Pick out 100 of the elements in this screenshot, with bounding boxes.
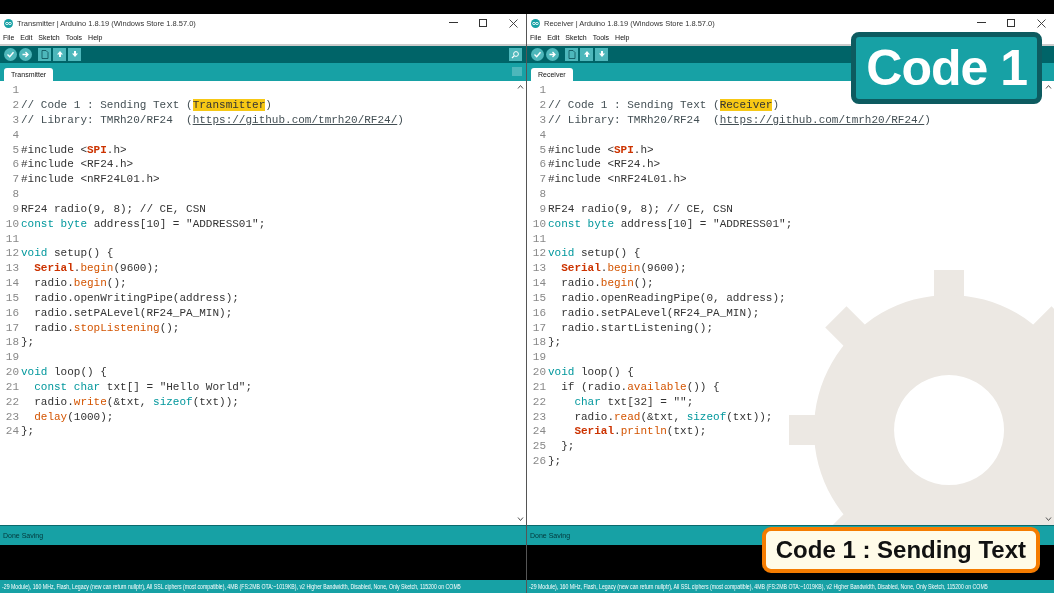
scroll-up-icon[interactable] — [517, 83, 524, 90]
save-button[interactable] — [595, 47, 608, 61]
arrow-down-icon — [597, 50, 606, 59]
document-icon — [567, 49, 576, 59]
line-number: 21 — [4, 380, 20, 393]
code-line: radio.startListening(); — [560, 321, 714, 334]
arrow-up-icon — [55, 50, 64, 59]
code-line: radio.openReadingPipe(0, address); — [560, 291, 786, 304]
code-line: RF24 radio(9, 8); // CE, CSN — [548, 202, 733, 215]
line-number: 23 — [4, 410, 20, 423]
code-line: }; — [548, 455, 562, 468]
line-number: 11 — [531, 232, 547, 245]
line-number: 23 — [531, 410, 547, 423]
scroll-down-icon[interactable] — [517, 516, 524, 523]
check-icon — [6, 49, 15, 59]
code-line: const char txt[] = "Hello World"; — [33, 380, 253, 393]
line-number: 3 — [11, 114, 20, 126]
maximize-icon[interactable] — [479, 19, 487, 27]
line-number: 1 — [538, 84, 547, 97]
code-line: delay(1000); — [33, 410, 114, 423]
line-number: 7 — [11, 173, 20, 186]
code-line: const byte address[10] = "ADDRESS01"; — [548, 217, 793, 230]
code-line: radio.stopListening(); — [33, 321, 180, 334]
line-number: 1 — [11, 84, 20, 97]
open-button[interactable] — [580, 47, 593, 61]
line-number: 7 — [538, 173, 547, 186]
line-number: 2 — [11, 99, 20, 112]
arrow-right-icon — [548, 49, 557, 59]
line-number: 12 — [531, 247, 547, 260]
minimize-icon[interactable] — [448, 22, 458, 24]
code-line: const byte address[10] = "ADDRESS01"; — [21, 217, 266, 230]
save-button[interactable] — [68, 47, 81, 61]
code-line: #include <nRF24L01.h> — [548, 173, 687, 186]
code-line: radio.write(&txt, sizeof(txt)); — [33, 395, 239, 408]
line-number: 24 — [4, 425, 20, 438]
verify-button[interactable] — [4, 47, 17, 61]
line-number: 16 — [531, 306, 547, 319]
line-number: 2 — [538, 99, 547, 112]
verify-button[interactable] — [531, 47, 544, 61]
code-line: }; — [21, 336, 35, 349]
line-number: 19 — [4, 351, 20, 364]
close-icon[interactable] — [1036, 18, 1046, 28]
line-number: 14 — [4, 277, 20, 290]
line-number: 8 — [538, 188, 547, 201]
line-number: 14 — [531, 277, 547, 290]
check-icon — [533, 49, 542, 59]
code-line: // Code 1 : Sending Text (Transmitter) — [21, 99, 272, 112]
line-number: 9 — [11, 202, 20, 215]
code-line: #include <RF24.h> — [548, 158, 661, 171]
line-number: 15 — [4, 291, 20, 304]
line-number: 10 — [531, 217, 547, 230]
code-line: radio.openWritingPipe(address); — [33, 291, 239, 304]
code-line: void setup() { — [21, 247, 114, 260]
code-line: // Code 1 : Sending Text (Receiver) — [548, 99, 780, 112]
new-button[interactable] — [38, 47, 51, 61]
title-badge: Code 1 — [851, 32, 1042, 104]
line-number: 5 — [11, 143, 20, 156]
code-line: Serial.begin(9600); — [560, 262, 687, 275]
line-number: 9 — [538, 202, 547, 215]
line-number: 10 — [4, 217, 20, 230]
line-number: 15 — [531, 291, 547, 304]
code-line: radio.begin(); — [560, 277, 654, 290]
scroll-up-icon[interactable] — [1045, 83, 1052, 90]
upload-button[interactable] — [546, 47, 559, 61]
code-line: void setup() { — [548, 247, 641, 260]
maximize-icon[interactable] — [1007, 19, 1015, 27]
line-number: 12 — [4, 247, 20, 260]
code-line: }; — [548, 336, 562, 349]
code-line: #include <SPI.h> — [548, 143, 654, 156]
line-number: 18 — [4, 336, 20, 349]
code-line: if (radio.available()) { — [560, 380, 720, 393]
code-line: Serial.println(txt); — [573, 425, 707, 438]
arrow-right-icon — [21, 49, 30, 59]
arrow-down-icon — [70, 50, 79, 59]
minimize-icon[interactable] — [976, 22, 986, 24]
code-line: RF24 radio(9, 8); // CE, CSN — [21, 202, 206, 215]
line-number: 17 — [4, 321, 20, 334]
arduino-logo-icon — [4, 18, 13, 28]
code-line: radio.setPALevel(RF24_PA_MIN); — [560, 306, 760, 319]
code-line: Serial.begin(9600); — [33, 262, 160, 275]
line-number: 24 — [531, 425, 547, 438]
code-line: radio.setPALevel(RF24_PA_MIN); — [33, 306, 233, 319]
code-line: }; — [560, 440, 575, 453]
line-number: 25 — [531, 440, 547, 453]
line-number: 21 — [531, 380, 547, 393]
scroll-down-icon[interactable] — [1045, 516, 1052, 523]
open-button[interactable] — [53, 47, 66, 61]
code-line: }; — [21, 425, 35, 438]
arrow-up-icon — [582, 50, 591, 59]
upload-button[interactable] — [19, 47, 32, 61]
code-line: char txt[32] = ""; — [573, 395, 694, 408]
code-line: void loop() { — [548, 366, 634, 379]
line-number: 13 — [531, 262, 547, 275]
line-number: 26 — [531, 455, 547, 468]
line-number: 18 — [531, 336, 547, 349]
new-button[interactable] — [565, 47, 578, 61]
serial-monitor-button[interactable] — [509, 47, 522, 61]
code-line: radio.read(&txt, sizeof(txt)); — [573, 410, 773, 423]
line-number: 16 — [4, 306, 20, 319]
close-icon[interactable] — [508, 18, 518, 28]
